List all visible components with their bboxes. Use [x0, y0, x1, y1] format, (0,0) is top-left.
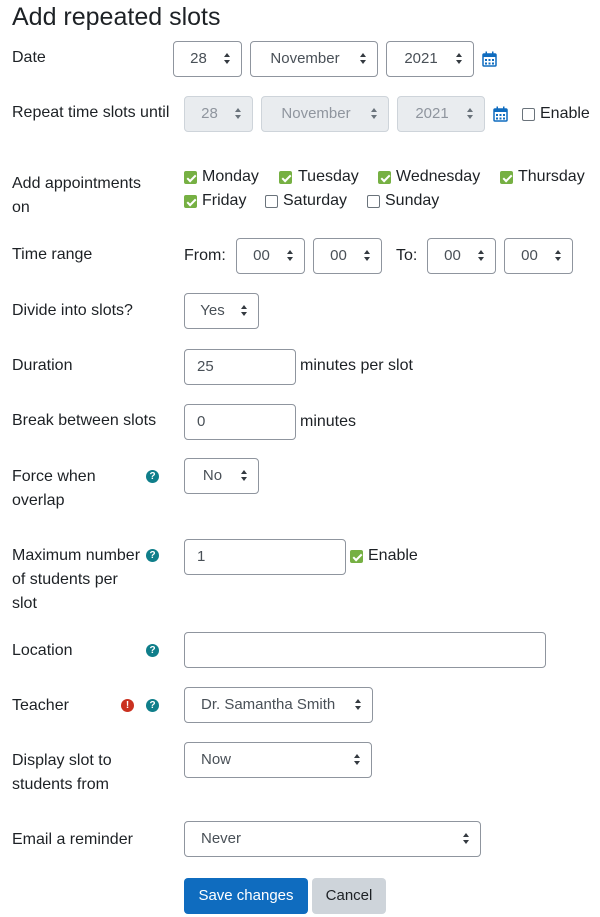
select-arrows-icon — [364, 250, 371, 262]
repeat-enable-checkbox[interactable] — [522, 108, 535, 121]
from-hour-select[interactable]: 00 — [236, 238, 305, 274]
repeat-month-select[interactable]: November — [261, 96, 389, 132]
day-label-saturday: Saturday — [283, 192, 348, 209]
date-year-select[interactable]: 2021 — [386, 41, 474, 77]
max-students-input[interactable]: 1 — [184, 539, 346, 575]
select-arrows-icon — [456, 53, 463, 65]
max-students-label: Maximum number of students per slot — [12, 547, 141, 612]
duration-label: Duration — [12, 357, 73, 374]
to-hour-select[interactable]: 00 — [427, 238, 496, 274]
page-title: Add repeated slots — [12, 3, 221, 31]
max-students-enable-label: Enable — [368, 547, 418, 564]
from-label: From: — [184, 247, 226, 264]
day-checkbox-monday[interactable] — [184, 171, 197, 184]
add-appointments-label: Add appointments on — [12, 175, 141, 216]
repeat-day-select[interactable]: 28 — [184, 96, 253, 132]
help-icon[interactable]: ? — [146, 644, 159, 657]
divide-label: Divide into slots? — [12, 302, 133, 319]
break-input[interactable]: 0 — [184, 404, 296, 440]
teacher-select[interactable]: Dr. Samantha Smith — [184, 687, 373, 723]
day-checkbox-saturday[interactable] — [265, 195, 278, 208]
cancel-button[interactable]: Cancel — [312, 878, 386, 914]
day-label-monday: Monday — [202, 168, 259, 185]
repeat-year-select[interactable]: 2021 — [397, 96, 485, 132]
select-arrows-icon — [235, 108, 242, 120]
display-from-select[interactable]: Now — [184, 742, 372, 778]
select-arrows-icon — [241, 470, 248, 482]
email-reminder-select[interactable]: Never — [184, 821, 481, 857]
break-label: Break between slots — [12, 412, 157, 429]
day-label-friday: Friday — [202, 192, 247, 209]
force-label: Force when overlap — [12, 468, 96, 509]
calendar-icon[interactable] — [482, 51, 497, 67]
location-label: Location — [12, 642, 73, 659]
select-arrows-icon — [224, 53, 231, 65]
repeat-until-label: Repeat time slots until — [12, 104, 170, 121]
day-checkbox-tuesday[interactable] — [279, 171, 292, 184]
required-icon: ! — [121, 699, 134, 712]
select-arrows-icon — [371, 108, 378, 120]
select-arrows-icon — [478, 250, 485, 262]
select-arrows-icon — [241, 305, 248, 317]
date-day-select[interactable]: 28 — [173, 41, 242, 77]
select-arrows-icon — [287, 250, 294, 262]
help-icon[interactable]: ? — [146, 470, 159, 483]
day-checkbox-wednesday[interactable] — [378, 171, 391, 184]
day-checkbox-thursday[interactable] — [500, 171, 513, 184]
select-arrows-icon — [463, 833, 470, 845]
day-checkbox-friday[interactable] — [184, 195, 197, 208]
divide-select[interactable]: Yes — [184, 293, 259, 329]
day-label-thursday: Thursday — [518, 168, 585, 185]
select-arrows-icon — [355, 699, 362, 711]
select-arrows-icon — [555, 250, 562, 262]
date-month-select[interactable]: November — [250, 41, 378, 77]
select-arrows-icon — [354, 754, 361, 766]
to-minute-select[interactable]: 00 — [504, 238, 573, 274]
break-suffix: minutes — [300, 413, 357, 430]
time-range-label: Time range — [12, 246, 93, 263]
select-arrows-icon — [360, 53, 367, 65]
day-label-wednesday: Wednesday — [396, 168, 481, 185]
help-icon[interactable]: ? — [146, 699, 159, 712]
teacher-label: Teacher — [12, 697, 69, 714]
from-minute-select[interactable]: 00 — [313, 238, 382, 274]
display-from-label: Display slot to students from — [12, 752, 112, 793]
email-reminder-label: Email a reminder — [12, 831, 133, 848]
to-label: To: — [396, 247, 418, 264]
duration-input[interactable]: 25 — [184, 349, 296, 385]
help-icon[interactable]: ? — [146, 549, 159, 562]
max-students-enable-checkbox[interactable] — [350, 550, 363, 563]
location-input[interactable] — [184, 632, 546, 668]
save-button[interactable]: Save changes — [184, 878, 308, 914]
duration-suffix: minutes per slot — [300, 357, 413, 374]
force-select[interactable]: No — [184, 458, 259, 494]
date-label: Date — [12, 49, 46, 66]
day-label-tuesday: Tuesday — [298, 168, 359, 185]
select-arrows-icon — [467, 108, 474, 120]
calendar-icon[interactable] — [493, 106, 508, 122]
repeat-enable-label: Enable — [540, 105, 590, 122]
day-checkbox-sunday[interactable] — [367, 195, 380, 208]
day-label-sunday: Sunday — [385, 192, 440, 209]
